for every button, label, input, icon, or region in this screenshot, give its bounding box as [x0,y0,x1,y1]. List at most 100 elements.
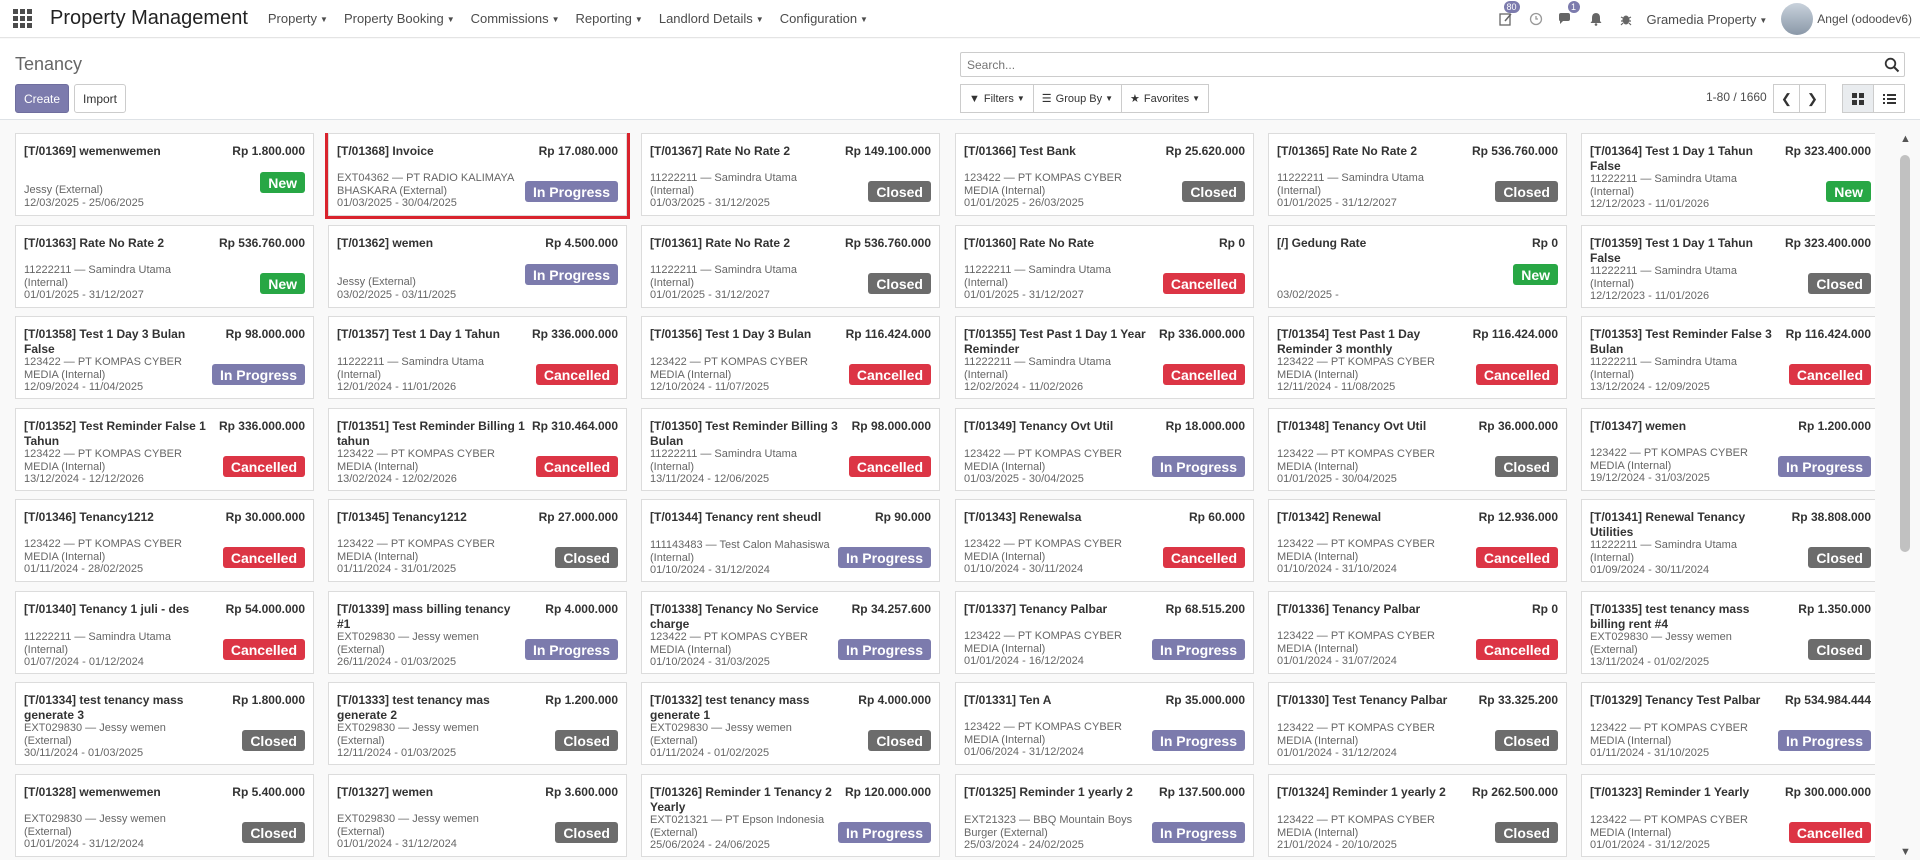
card-date-range: 30/11/2024 - 01/03/2025 [24,747,144,759]
tenancy-card[interactable]: [T/01359] Test 1 Day 1 Tahun False Rp 323… [1581,225,1875,308]
tenancy-card[interactable]: [T/01335] test tenancy mass billing rent… [1581,591,1875,674]
card-details: 123422 — PT KOMPAS CYBER MEDIA (Internal… [337,448,522,486]
menu-property-booking[interactable]: Property Booking ▼ [344,11,455,26]
status-badge: Cancelled [1475,364,1558,385]
pager-previous-button[interactable]: ❮ [1773,84,1800,113]
pager-next-button[interactable]: ❯ [1799,84,1826,113]
tenancy-card[interactable]: [T/01354] Test Past 1 Day Reminder 3 mon… [1268,316,1567,399]
tenancy-card[interactable]: [T/01329] Tenancy Test Palbar Rp 534.984.… [1581,682,1875,765]
status-badge: Closed [555,822,618,843]
tenancy-card[interactable]: [T/01323] Reminder 1 Yearly Rp 300.000.00… [1581,774,1875,857]
import-button[interactable]: Import [74,84,126,113]
search-input[interactable] [961,53,1861,76]
tenancy-card[interactable]: [T/01366] Test Bank Rp 25.620.000 123422 —… [955,133,1254,216]
tenancy-card[interactable]: [T/01331] Ten A Rp 35.000.000 123422 — PT … [955,682,1254,765]
tenancy-card[interactable]: [T/01326] Reminder 1 Tenancy 2 Yearly Rp … [641,774,940,857]
tenancy-card[interactable]: [T/01369] wemenwemen Rp 1.800.000 Jessy (E… [15,133,314,216]
tenancy-card[interactable]: [T/01360] Rate No Rate Rp 0 11222211 — Sam… [955,225,1254,308]
bug-icon[interactable] [1617,10,1635,28]
clock-icon[interactable] [1527,10,1545,28]
tenancy-card[interactable]: [T/01338] Tenancy No Service charge Rp 34… [641,591,940,674]
tenancy-card[interactable]: [T/01368] Invoice Rp 17.080.000 EXT04362 —… [328,133,627,216]
tenancy-card[interactable]: [/] Gedung Rate Rp 0 03/02/2025 - New [1268,225,1567,308]
bell-icon[interactable] [1587,10,1605,28]
tenancy-card[interactable]: [T/01356] Test 1 Day 3 Bulan Rp 116.424.0… [641,316,940,399]
tenancy-card[interactable]: [T/01355] Test Past 1 Day 1 Year Reminde… [955,316,1254,399]
favorites-dropdown[interactable]: ★ Favorites ▼ [1121,84,1210,113]
pager-value[interactable]: 1-80 / 1660 [1706,90,1767,104]
tenancy-card[interactable]: [T/01348] Tenancy Ovt Util Rp 36.000.000 1… [1268,408,1567,491]
tenancy-card[interactable]: [T/01363] Rate No Rate 2 Rp 536.760.000 11… [15,225,314,308]
card-title: [/] Gedung Rate [1277,236,1367,250]
card-amount: Rp 68.515.200 [1165,602,1245,616]
scroll-up-arrow-icon[interactable]: ▲ [1900,133,1911,145]
tenancy-card[interactable]: [T/01350] Test Reminder Billing 3 Bulan R… [641,408,940,491]
tenancy-card[interactable]: [T/01365] Rate No Rate 2 Rp 536.760.000 11… [1268,133,1567,216]
messages-icon[interactable]: 1 [1557,1,1580,28]
card-date-range: 12/02/2024 - 11/02/2026 [964,381,1084,393]
tenancy-card[interactable]: [T/01339] mass billing tenancy #1 Rp 4.00… [328,591,627,674]
tenancy-card[interactable]: [T/01353] Test Reminder False 3 Bulan Rp … [1581,316,1875,399]
tenancy-card[interactable]: [T/01337] Tenancy Palbar Rp 68.515.200 123… [955,591,1254,674]
menu-landlord-details[interactable]: Landlord Details ▼ [659,11,764,26]
tenancy-card[interactable]: [T/01346] Tenancy1212 Rp 30.000.000 123422… [15,499,314,582]
tenancy-card[interactable]: [T/01333] test tenancy mas generate 2 Rp … [328,682,627,765]
tenancy-card[interactable]: [T/01336] Tenancy Palbar Rp 0 123422 — PT … [1268,591,1567,674]
menu-reporting[interactable]: Reporting ▼ [576,11,643,26]
groupby-dropdown[interactable]: ☰ Group By ▼ [1032,84,1123,113]
app-brand[interactable]: Property Management [50,7,248,30]
list-view-icon [1882,93,1896,104]
card-date-range: 01/10/2024 - 30/11/2024 [964,563,1084,575]
tenancy-card[interactable]: [T/01342] Renewal Rp 12.936.000 123422 — P… [1268,499,1567,582]
tenancy-card[interactable]: [T/01343] Renewalsa Rp 60.000 123422 — PT … [955,499,1254,582]
tenancy-card[interactable]: [T/01349] Tenancy Ovt Util Rp 18.000.000 1… [955,408,1254,491]
card-date-range: 01/11/2024 - 28/02/2025 [24,563,144,575]
tenancy-card[interactable]: [T/01364] Test 1 Day 1 Tahun False Rp 323… [1581,133,1875,216]
card-amount: Rp 1.800.000 [232,693,305,707]
card-title: [T/01367] Rate No Rate 2 [650,144,791,158]
card-title: [T/01324] Reminder 1 yearly 2 [1277,785,1446,799]
tenancy-card[interactable]: [T/01332] test tenancy mass generate 1 Rp… [641,682,940,765]
status-badge: Cancelled [1162,547,1245,568]
tenancy-card[interactable]: [T/01345] Tenancy1212 Rp 27.000.000 123422… [328,499,627,582]
tenancy-card[interactable]: [T/01324] Reminder 1 yearly 2 Rp 262.500.… [1268,774,1567,857]
tenancy-card[interactable]: [T/01362] wemen Rp 4.500.000 Jessy (Extern… [328,225,627,308]
tenancy-card[interactable]: [T/01367] Rate No Rate 2 Rp 149.100.000 11… [641,133,940,216]
tenancy-card[interactable]: [T/01358] Test 1 Day 3 Bulan False Rp 98.… [15,316,314,399]
card-details: 123422 — PT KOMPAS CYBER MEDIA (Internal… [964,630,1149,668]
menu-property[interactable]: Property ▼ [268,11,328,26]
tenancy-card[interactable]: [T/01327] wemen Rp 3.600.000 EXT029830 — J… [328,774,627,857]
user-avatar[interactable] [1781,3,1814,35]
create-button[interactable]: Create [15,84,69,113]
scroll-down-arrow-icon[interactable]: ▼ [1900,846,1911,858]
tenancy-card[interactable]: [T/01344] Tenancy rent sheudl Rp 90.000 11… [641,499,940,582]
search-icon[interactable] [1884,57,1900,73]
scrollbar-thumb[interactable] [1900,155,1910,552]
card-details: 11222211 — Samindra Utama (Internal) 01/0… [964,264,1149,302]
activity-edit-icon[interactable]: 80 [1497,1,1520,28]
tenancy-card[interactable]: [T/01361] Rate No Rate 2 Rp 536.760.000 11… [641,225,940,308]
apps-menu-icon[interactable] [12,9,32,29]
list-view-button[interactable] [1873,84,1905,113]
tenancy-card[interactable]: [T/01340] Tenancy 1 juli - des Rp 54.000.… [15,591,314,674]
tenancy-card[interactable]: [T/01328] wemenwemen Rp 5.400.000 EXT02983… [15,774,314,857]
tenancy-card[interactable]: [T/01357] Test 1 Day 1 Tahun Rp 336.000.0… [328,316,627,399]
tenancy-card[interactable]: [T/01334] test tenancy mass generate 3 Rp… [15,682,314,765]
status-badge: In Progress [1777,730,1871,751]
tenancy-card[interactable]: [T/01330] Test Tenancy Palbar Rp 33.325.2… [1268,682,1567,765]
tenancy-card[interactable]: [T/01351] Test Reminder Billing 1 tahun R… [328,408,627,491]
company-switcher[interactable]: Gramedia Property ▼ [1647,12,1768,27]
tenancy-card[interactable]: [T/01341] Renewal Tenancy Utilities Rp 38… [1581,499,1875,582]
menu-commissions[interactable]: Commissions ▼ [471,11,560,26]
menu-configuration[interactable]: Configuration ▼ [780,11,868,26]
scrollbar[interactable]: ▲ ▼ [1896,133,1914,860]
tenancy-card[interactable]: [T/01325] Reminder 1 yearly 2 Rp 137.500.… [955,774,1254,857]
card-date-range: 01/01/2024 - 31/12/2024 [337,838,457,850]
status-badge: In Progress [1151,456,1245,477]
filters-dropdown[interactable]: ▼ Filters ▼ [960,84,1034,113]
tenancy-card[interactable]: [T/01347] wemen Rp 1.200.000 123422 — PT K… [1581,408,1875,491]
tenancy-card[interactable]: [T/01352] Test Reminder False 1 Tahun Rp … [15,408,314,491]
card-amount: Rp 33.325.200 [1478,693,1558,707]
user-menu[interactable]: Angel (odoodev6) [1817,12,1912,26]
kanban-view-button[interactable] [1842,84,1874,113]
